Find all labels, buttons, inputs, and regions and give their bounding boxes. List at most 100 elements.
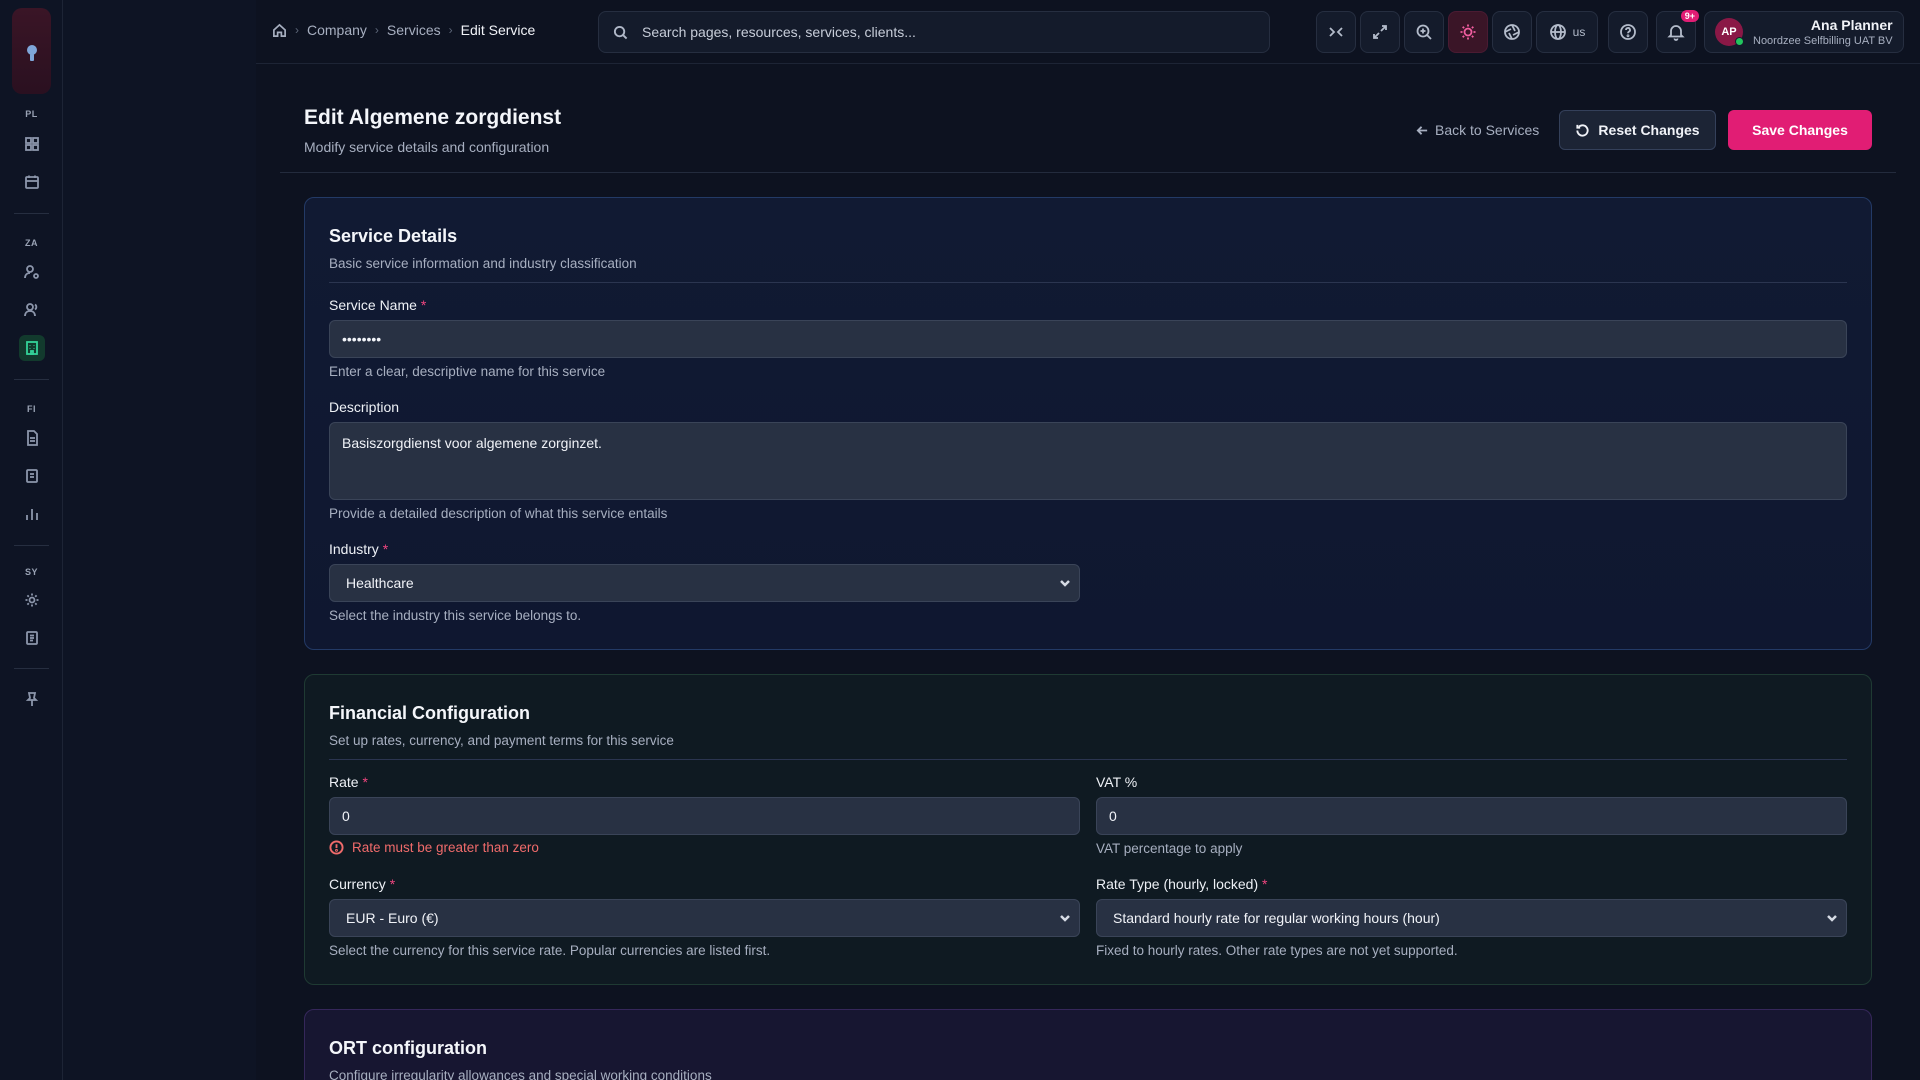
globe-icon — [1549, 24, 1566, 40]
calendar-icon[interactable] — [19, 169, 45, 195]
card-title: Service Details — [329, 226, 458, 246]
rate-type-label: Rate Type (hourly, locked) * — [1096, 876, 1267, 892]
breadcrumb-current: Edit Service — [460, 22, 536, 38]
aperture-button[interactable] — [1492, 11, 1532, 53]
services-building-icon[interactable] — [19, 335, 45, 361]
card-subtitle: Basic service information and industry c… — [329, 256, 637, 271]
notifications-button[interactable]: 9+ — [1656, 10, 1699, 53]
user-info: Ana Planner Noordzee Selfbilling UAT BV — [1753, 17, 1893, 47]
required-marker: * — [362, 774, 368, 790]
rate-error-text: Rate must be greater than zero — [352, 840, 539, 855]
users-icon[interactable] — [19, 297, 45, 323]
breadcrumb-separator: › — [448, 23, 453, 37]
aperture-icon — [1504, 24, 1520, 40]
currency-help: Select the currency for this service rat… — [329, 943, 771, 958]
industry-label-text: Industry — [329, 541, 379, 557]
notification-badge: 9+ — [1680, 10, 1699, 22]
sun-icon — [1460, 24, 1476, 40]
pin-icon[interactable] — [19, 686, 45, 712]
user-name: Ana Planner — [1810, 17, 1893, 33]
required-marker: * — [382, 541, 389, 557]
financial-configuration-card: Financial Configuration Set up rates, cu… — [304, 674, 1872, 985]
receipt-icon[interactable] — [19, 463, 45, 489]
card-subtitle: Configure irregularity allowances and sp… — [329, 1068, 712, 1080]
breadcrumb-services[interactable]: Services — [387, 22, 441, 38]
theme-toggle-button[interactable] — [1448, 11, 1488, 53]
rate-type-help: Fixed to hourly rates. Other rate types … — [1096, 943, 1458, 958]
rail-divider — [14, 545, 49, 546]
back-label: Back to Services — [1435, 122, 1540, 138]
header-divider — [280, 172, 1896, 173]
reset-label: Reset Changes — [1598, 122, 1700, 138]
app-logo[interactable] — [12, 8, 51, 94]
service-name-label-text: Service Name — [329, 297, 417, 313]
bell-icon — [1667, 25, 1685, 41]
user-org: Noordzee Selfbilling UAT BV — [1753, 35, 1893, 47]
gear-icon[interactable] — [19, 587, 45, 613]
reset-changes-button[interactable]: Reset Changes — [1559, 110, 1716, 150]
service-name-input[interactable]: •••••••• — [329, 320, 1847, 358]
chevron-down-icon — [1060, 915, 1070, 922]
fullscreen-button[interactable] — [1360, 11, 1400, 53]
breadcrumb: › Company › Services › Edit Service — [272, 22, 535, 38]
card-divider — [329, 759, 1847, 760]
rail-divider — [14, 379, 49, 380]
language-label: us — [1572, 25, 1586, 39]
currency-value: EUR - Euro (€) — [346, 910, 439, 926]
top-bar: › Company › Services › Edit Service Sear… — [256, 0, 1920, 64]
chevron-down-icon — [1060, 580, 1070, 587]
arrow-left-icon — [1416, 125, 1428, 135]
language-selector[interactable]: us — [1536, 11, 1598, 53]
description-help: Provide a detailed description of what t… — [329, 506, 668, 521]
section-label-sy: SY — [24, 567, 38, 577]
rate-input[interactable]: 0 — [329, 797, 1080, 835]
dashboard-icon[interactable] — [19, 131, 45, 157]
breadcrumb-separator: › — [295, 23, 299, 37]
currency-label-text: Currency — [329, 876, 386, 892]
currency-label: Currency * — [329, 876, 395, 892]
invoice-icon[interactable] — [19, 425, 45, 451]
help-button[interactable] — [1608, 11, 1648, 53]
vat-input[interactable]: 0 — [1096, 797, 1847, 835]
rate-type-select[interactable]: Standard hourly rate for regular working… — [1096, 899, 1847, 937]
back-to-services-link[interactable]: Back to Services — [1416, 122, 1539, 138]
rate-type-label-text: Rate Type (hourly, locked) — [1096, 876, 1259, 892]
ort-configuration-card: ORT configuration Configure irregularity… — [304, 1009, 1872, 1080]
required-marker: * — [420, 297, 427, 313]
vat-help: VAT percentage to apply — [1096, 841, 1243, 856]
collapse-button[interactable] — [1316, 11, 1356, 53]
help-icon — [1620, 24, 1636, 40]
service-name-help: Enter a clear, descriptive name for this… — [329, 364, 606, 379]
save-changes-button[interactable]: Save Changes — [1728, 110, 1872, 150]
rate-label: Rate * — [329, 774, 368, 790]
currency-select[interactable]: EUR - Euro (€) — [329, 899, 1080, 937]
industry-select[interactable]: Healthcare — [329, 564, 1080, 602]
description-textarea[interactable]: Basiszorgdienst voor algemene zorginzet. — [329, 422, 1847, 500]
search-input[interactable]: Search pages, resources, services, clien… — [598, 11, 1270, 53]
home-icon[interactable] — [272, 23, 287, 38]
logo-icon — [26, 45, 37, 61]
chart-bar-icon[interactable] — [19, 501, 45, 527]
scroll-log-icon[interactable] — [19, 625, 45, 651]
reset-icon — [1576, 123, 1589, 137]
chevron-down-icon — [1827, 915, 1837, 922]
page-subtitle: Modify service details and configuration — [304, 139, 550, 155]
card-subtitle: Set up rates, currency, and payment term… — [329, 733, 674, 748]
rail-divider — [14, 668, 49, 669]
rail-divider — [14, 213, 49, 214]
section-label-za: ZA — [25, 238, 38, 248]
required-marker: * — [389, 876, 396, 892]
service-name-label: Service Name * — [329, 297, 426, 313]
alert-circle-icon — [329, 840, 344, 855]
secondary-panel — [63, 0, 256, 1080]
collapse-arrows-icon — [1329, 27, 1343, 37]
service-details-card: Service Details Basic service informatio… — [304, 197, 1872, 650]
vat-label: VAT % — [1096, 774, 1138, 790]
user-menu[interactable]: AP Ana Planner Noordzee Selfbilling UAT … — [1704, 11, 1904, 53]
breadcrumb-company[interactable]: Company — [307, 22, 367, 38]
user-settings-icon[interactable] — [19, 259, 45, 285]
industry-help: Select the industry this service belongs… — [329, 608, 582, 623]
zoom-button[interactable] — [1404, 11, 1444, 53]
description-label: Description — [329, 399, 400, 415]
avatar: AP — [1715, 18, 1744, 46]
